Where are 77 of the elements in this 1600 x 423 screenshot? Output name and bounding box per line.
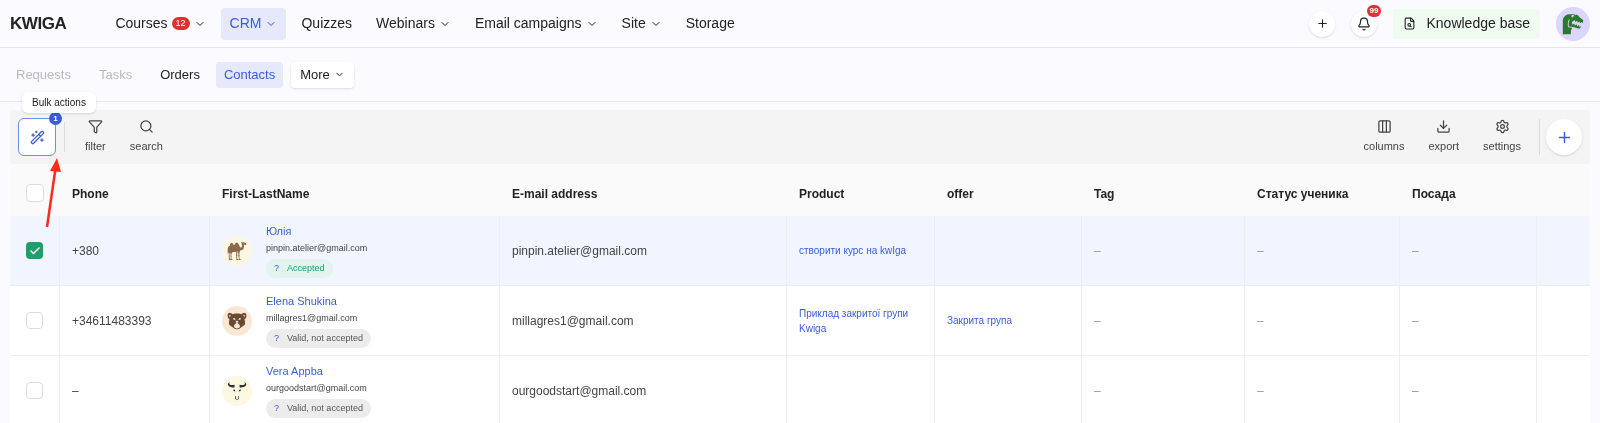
- table-cell-text: ourgoodstart@gmail.com: [512, 382, 647, 400]
- subnav-tab[interactable]: Orders: [152, 61, 208, 88]
- column-header: Статус ученика: [1257, 186, 1349, 201]
- search-icon: [138, 119, 154, 135]
- nav-item[interactable]: Webinars: [367, 7, 460, 40]
- count-badge: 12: [171, 17, 190, 30]
- table-cell-text: –: [1257, 312, 1264, 330]
- table-cell-text: +34611483393: [72, 312, 152, 330]
- column-header: offer: [947, 186, 974, 201]
- notifications-button[interactable]: [1351, 10, 1378, 37]
- table-cell-text: –: [1412, 242, 1419, 260]
- product-link[interactable]: Приклад закритої групи Kwiga: [799, 305, 922, 336]
- columns-icon: [1376, 119, 1392, 135]
- contact-name[interactable]: Elena Shukina: [266, 292, 337, 310]
- status-tag: ? Valid, not accepted: [266, 398, 371, 419]
- product-link[interactable]: створити курс на kwIga: [799, 243, 907, 258]
- table-cell-text: –: [1094, 312, 1101, 330]
- nav-item[interactable]: Courses 12: [106, 7, 215, 40]
- subnav-tab[interactable]: Contacts: [215, 61, 284, 88]
- table-cell-text: pinpin.atelier@gmail.com: [512, 242, 647, 260]
- toolbar-button[interactable]: filter: [73, 119, 118, 155]
- table-cell-text: millagres1@gmail.com: [512, 312, 634, 330]
- add-button[interactable]: [1309, 10, 1336, 37]
- filter-icon: [87, 119, 103, 135]
- settings-icon: [1494, 119, 1510, 135]
- tooltip: Bulk actions: [22, 92, 96, 113]
- column-header: First-LastName: [222, 186, 310, 201]
- toolbar-button[interactable]: search: [117, 119, 175, 155]
- bear-icon: [222, 305, 252, 336]
- count-badge: 99: [1366, 4, 1382, 17]
- contact-email: millagres1@gmail.com: [266, 312, 358, 326]
- column-header: E-mail address: [512, 186, 598, 201]
- table-cell-text: –: [1412, 382, 1419, 400]
- table-cell-text: –: [1412, 312, 1419, 330]
- column-header: Tag: [1094, 186, 1115, 201]
- table-cell-text: +380: [72, 242, 100, 260]
- nav-item[interactable]: Quizzes: [292, 7, 362, 40]
- document-icon: [1403, 17, 1417, 30]
- bell-icon: [1357, 16, 1372, 31]
- nav-item[interactable]: Email campaigns: [465, 7, 607, 40]
- column-header: Phone: [72, 186, 109, 201]
- knowledge-base-button[interactable]: Knowledge base: [1393, 8, 1540, 39]
- bulk-actions-button[interactable]: [18, 118, 56, 156]
- table-cell-text: –: [1094, 242, 1101, 260]
- column-header: Посада: [1412, 186, 1456, 201]
- bull-icon: [222, 375, 252, 406]
- status-tag: ? Accepted: [266, 258, 333, 279]
- table-cell-text: –: [1257, 242, 1264, 260]
- toolbar-button[interactable]: columns: [1351, 119, 1417, 155]
- check-icon: [28, 244, 41, 257]
- more-button[interactable]: More: [291, 61, 354, 88]
- contact-email: pinpin.atelier@gmail.com: [266, 242, 368, 256]
- contact-name[interactable]: Vera Appba: [266, 362, 323, 380]
- checkbox[interactable]: [26, 242, 43, 259]
- contact-name[interactable]: Юлія: [266, 222, 292, 240]
- table-cell-text: –: [72, 382, 79, 400]
- arrow-drawing: [44, 157, 64, 229]
- toolbar-button[interactable]: export: [1416, 119, 1472, 155]
- contact-email: ourgoodstart@gmail.com: [266, 382, 367, 396]
- camel-icon: [222, 235, 252, 266]
- checkbox[interactable]: [26, 183, 44, 202]
- nav-item[interactable]: CRM: [220, 7, 287, 40]
- column-header: Product: [799, 186, 845, 201]
- download-icon: [1436, 119, 1452, 135]
- status-tag: ? Valid, not accepted: [266, 328, 371, 349]
- checkbox[interactable]: [26, 382, 43, 399]
- nav-item[interactable]: Site: [612, 7, 671, 40]
- nav-item[interactable]: Storage: [676, 7, 744, 40]
- magic-wand-icon: [29, 129, 45, 145]
- plus-icon: [1315, 17, 1329, 30]
- toolbar-button[interactable]: settings: [1471, 119, 1533, 155]
- table-cell-text: –: [1094, 382, 1101, 400]
- avatar[interactable]: [1556, 6, 1590, 41]
- offer-link[interactable]: Закрита група: [947, 313, 1012, 328]
- checkbox[interactable]: [26, 312, 43, 329]
- logo: KWIGA: [10, 12, 67, 35]
- table-cell-text: –: [1257, 382, 1264, 400]
